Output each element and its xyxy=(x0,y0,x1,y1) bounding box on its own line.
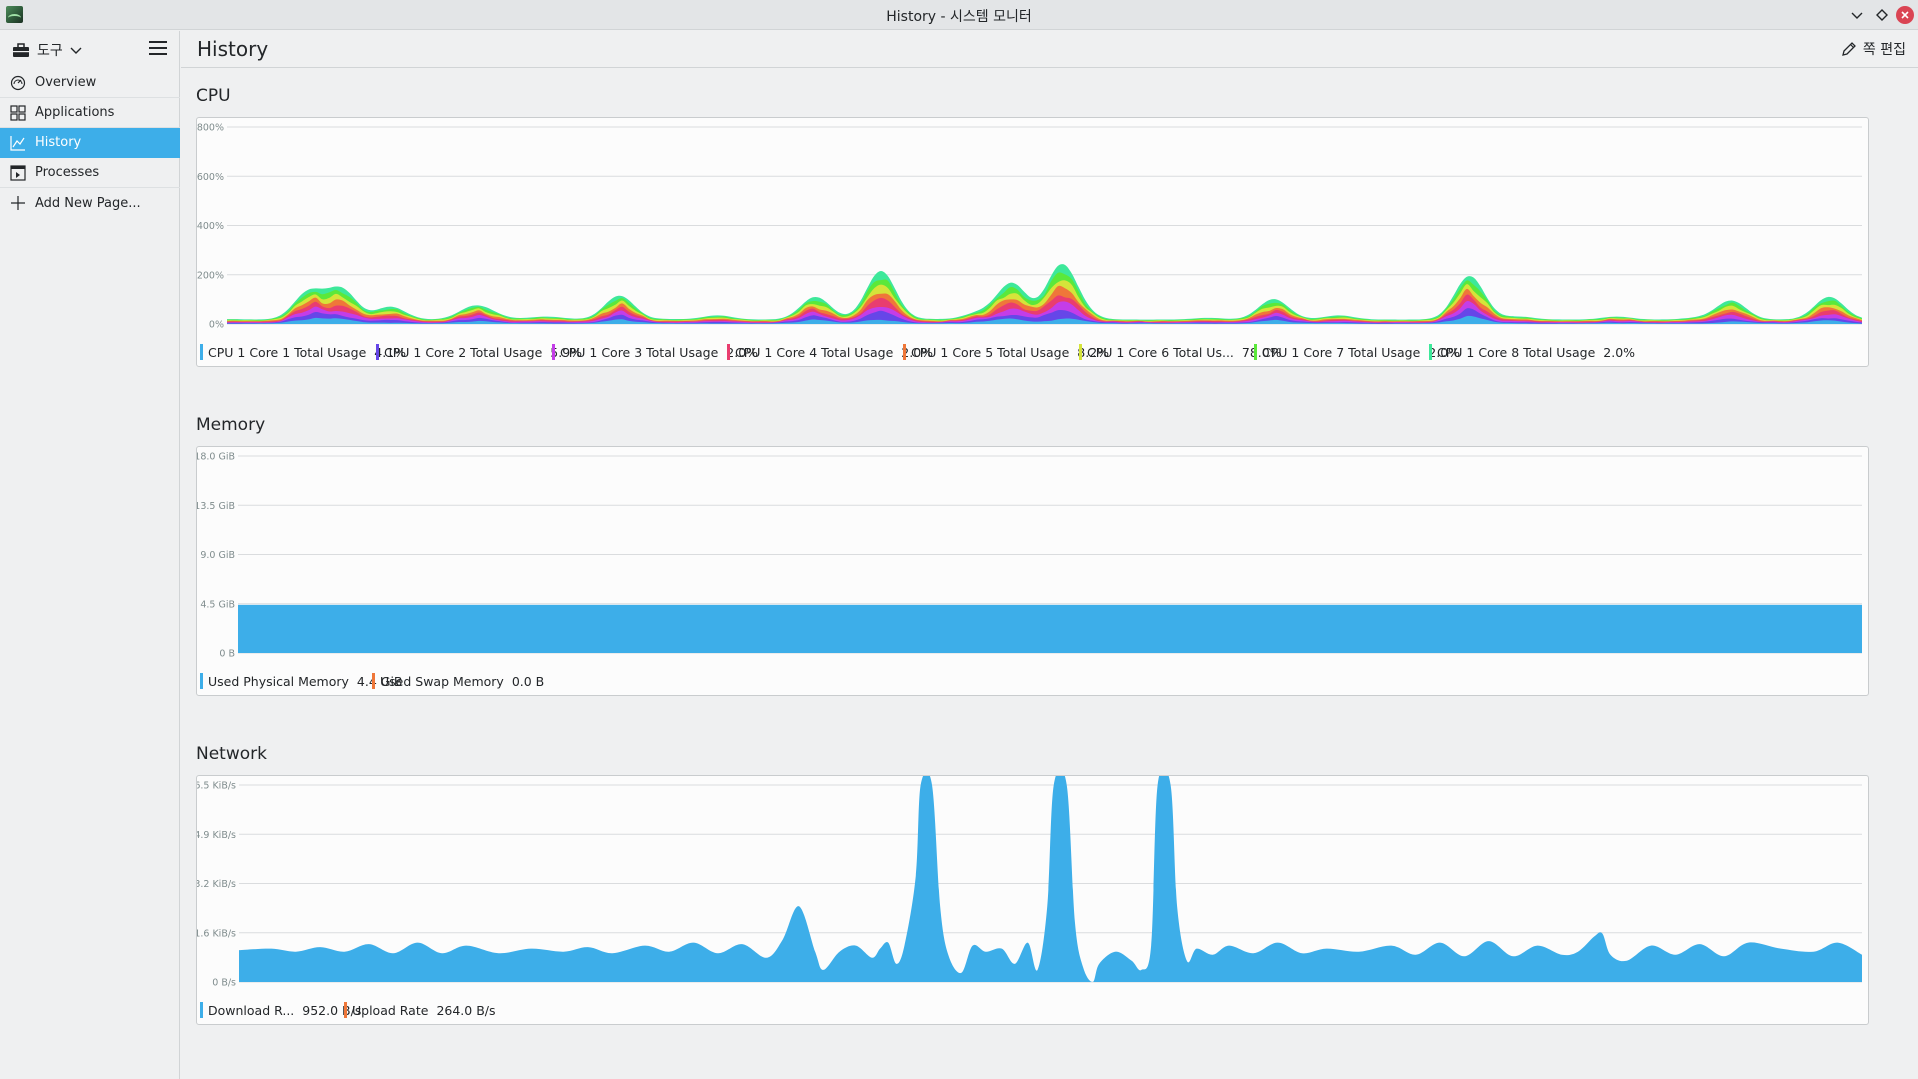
cpu-tick-label: 0% xyxy=(209,320,224,331)
memory-physical-area xyxy=(238,604,1862,653)
toolbox-icon xyxy=(13,43,29,57)
sidebar-item-add-new-page[interactable]: Add New Page... xyxy=(0,188,180,218)
maximize-button[interactable] xyxy=(1872,5,1892,25)
legend-item: Upload Rate 264.0 B/s xyxy=(344,1001,496,1019)
legend-item: Used Swap Memory 0.0 B xyxy=(372,672,544,690)
network-download-area xyxy=(239,776,1862,983)
cpu-chart: 800% 600% 400% 200% 0% xyxy=(197,123,1862,331)
legend-value: 264.0 B/s xyxy=(436,1002,496,1018)
legend-swatch xyxy=(903,344,906,360)
minimize-button[interactable] xyxy=(1847,5,1867,25)
legend-item: Download R... 952.0 B/s xyxy=(200,1001,361,1019)
legend-label: Used Physical Memory xyxy=(208,673,349,689)
sidebar-item-label: Add New Page... xyxy=(35,195,141,211)
network-tick-label: 0 B/s xyxy=(212,978,236,989)
cpu-series-group xyxy=(227,264,1862,324)
tools-menu-button[interactable]: 도구 xyxy=(12,39,82,61)
legend-label: CPU 1 Core 1 Total Usage xyxy=(208,344,367,360)
sidebar-nav: Overview Applications History Processes … xyxy=(0,68,180,218)
memory-chart: 18.0 GiB 13.5 GiB 9.0 GiB 4.5 GiB 0 B xyxy=(197,452,1862,660)
chevron-down-icon xyxy=(70,47,82,54)
cpu-chart-panel: 800% 600% 400% 200% 0% CPU 1 Core 1 Total Us… xyxy=(196,117,1869,367)
close-icon xyxy=(1896,6,1914,24)
legend-item: CPU 1 Core 8 Total Usage 2.0% xyxy=(1429,343,1635,361)
legend-label: CPU 1 Core 7 Total Usage xyxy=(1262,344,1421,360)
memory-chart-panel: 18.0 GiB 13.5 GiB 9.0 GiB 4.5 GiB 0 B Used P… xyxy=(196,446,1869,696)
window-title: History - 시스템 모니터 xyxy=(886,9,1032,25)
legend-swatch xyxy=(372,673,375,689)
network-tick-label: 1.6 KiB/s xyxy=(197,928,236,939)
legend-label: CPU 1 Core 4 Total Usage xyxy=(735,344,894,360)
legend-label: CPU 1 Core 6 Total Us... xyxy=(1087,344,1234,360)
legend-value: 2.0% xyxy=(1603,344,1636,360)
sidebar-item-label: Overview xyxy=(35,75,97,90)
cpu-tick-label: 200% xyxy=(197,270,224,281)
network-chart-panel: 6.5 KiB/s 4.9 KiB/s 3.2 KiB/s 1.6 KiB/s 0 B/… xyxy=(196,775,1869,1025)
sidebar-item-history[interactable]: History xyxy=(0,128,180,158)
overview-icon xyxy=(10,75,26,91)
network-section-title: Network xyxy=(196,744,267,764)
legend-value: 0.0 B xyxy=(511,673,545,689)
window-titlebar: History - 시스템 모니터 xyxy=(0,0,1918,30)
network-tick-label: 3.2 KiB/s xyxy=(197,879,236,890)
sidebar-item-label: History xyxy=(35,135,82,150)
legend-label: CPU 1 Core 2 Total Usage xyxy=(384,344,543,360)
sidebar: 도구 Overview Applications History Process… xyxy=(0,31,180,1079)
sidebar-item-label: Applications xyxy=(35,105,115,120)
network-chart: 6.5 KiB/s 4.9 KiB/s 3.2 KiB/s 1.6 KiB/s 0 B/… xyxy=(197,776,1862,989)
network-tick-label: 6.5 KiB/s xyxy=(197,781,236,792)
legend-label: Used Swap Memory xyxy=(380,673,504,689)
memory-tick-label: 4.5 GiB xyxy=(200,599,235,610)
legend-swatch xyxy=(1079,344,1082,360)
cpu-tick-label: 800% xyxy=(197,123,224,134)
memory-tick-label: 18.0 GiB xyxy=(197,452,235,463)
plus-icon xyxy=(11,196,25,210)
legend-swatch xyxy=(727,344,730,360)
memory-tick-label: 0 B xyxy=(219,649,235,660)
sidebar-item-processes[interactable]: Processes xyxy=(0,158,180,188)
legend-swatch xyxy=(1254,344,1257,360)
pencil-icon xyxy=(1842,42,1856,56)
legend-swatch xyxy=(200,673,203,689)
legend-label: CPU 1 Core 5 Total Usage xyxy=(911,344,1070,360)
legend-label: CPU 1 Core 3 Total Usage xyxy=(560,344,719,360)
legend-swatch xyxy=(376,344,379,360)
cpu-section-title: CPU xyxy=(196,86,231,106)
cpu-tick-label: 400% xyxy=(197,221,224,232)
network-tick-label: 4.9 KiB/s xyxy=(197,830,236,841)
sidebar-item-overview[interactable]: Overview xyxy=(0,68,180,98)
legend-swatch xyxy=(200,344,203,360)
hamburger-menu-button[interactable] xyxy=(149,41,167,57)
close-button[interactable] xyxy=(1895,5,1915,25)
sidebar-item-label: Processes xyxy=(35,165,100,180)
history-chart-icon xyxy=(10,136,25,151)
memory-tick-label: 13.5 GiB xyxy=(197,501,235,512)
applications-grid-icon xyxy=(10,105,26,121)
legend-label: CPU 1 Core 8 Total Usage xyxy=(1437,344,1596,360)
main-content: History 쪽 편집 CPU 800% 600% 400% 200% 0% CPU … xyxy=(181,31,1918,1079)
edit-page-label: 쪽 편집 xyxy=(1862,42,1906,58)
legend-swatch xyxy=(200,1002,203,1018)
chevron-down-icon xyxy=(1851,12,1863,19)
edit-page-button[interactable]: 쪽 편집 xyxy=(1841,39,1906,59)
legend-swatch xyxy=(552,344,555,360)
legend-label: Upload Rate xyxy=(352,1002,429,1018)
legend-swatch xyxy=(1429,344,1432,360)
sidebar-header: 도구 xyxy=(0,31,180,68)
legend-item: CPU 1 Core 6 Total Us... 78.0% xyxy=(1079,343,1282,361)
sidebar-item-applications[interactable]: Applications xyxy=(0,98,180,128)
memory-section-title: Memory xyxy=(196,415,266,435)
cpu-tick-label: 600% xyxy=(197,172,224,183)
legend-label: Download R... xyxy=(208,1002,295,1018)
page-title: History xyxy=(197,37,269,61)
legend-swatch xyxy=(344,1002,347,1018)
processes-terminal-icon xyxy=(10,165,26,181)
tools-menu-label: 도구 xyxy=(37,43,63,59)
memory-tick-label: 9.0 GiB xyxy=(200,550,235,561)
page-header: History 쪽 편집 xyxy=(181,31,1918,68)
diamond-icon xyxy=(1876,9,1888,21)
